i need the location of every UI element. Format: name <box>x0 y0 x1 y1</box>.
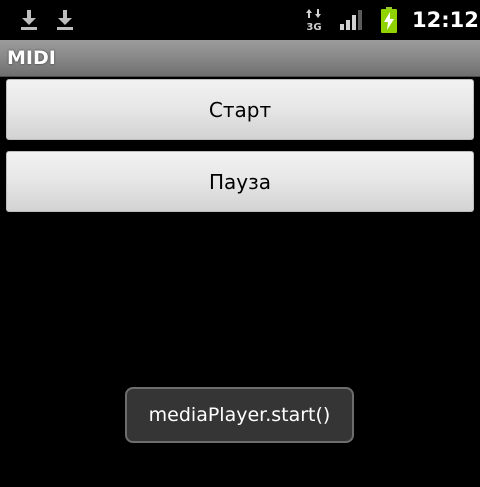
pause-button[interactable]: Пауза <box>6 151 474 212</box>
status-bar[interactable]: 3G 12:12 <box>0 0 480 40</box>
app-title: MIDI <box>7 47 56 69</box>
toast-message: mediaPlayer.start() <box>125 387 354 443</box>
3g-data-icon: 3G <box>306 9 322 32</box>
download-icon <box>57 10 73 30</box>
title-bar: MIDI <box>0 40 480 77</box>
download-icon <box>21 10 37 30</box>
status-clock: 12:12 <box>412 8 479 32</box>
signal-strength-icon <box>340 10 362 30</box>
start-button[interactable]: Старт <box>6 79 474 140</box>
svg-text:3G: 3G <box>306 22 321 32</box>
battery-charging-icon <box>381 7 397 33</box>
